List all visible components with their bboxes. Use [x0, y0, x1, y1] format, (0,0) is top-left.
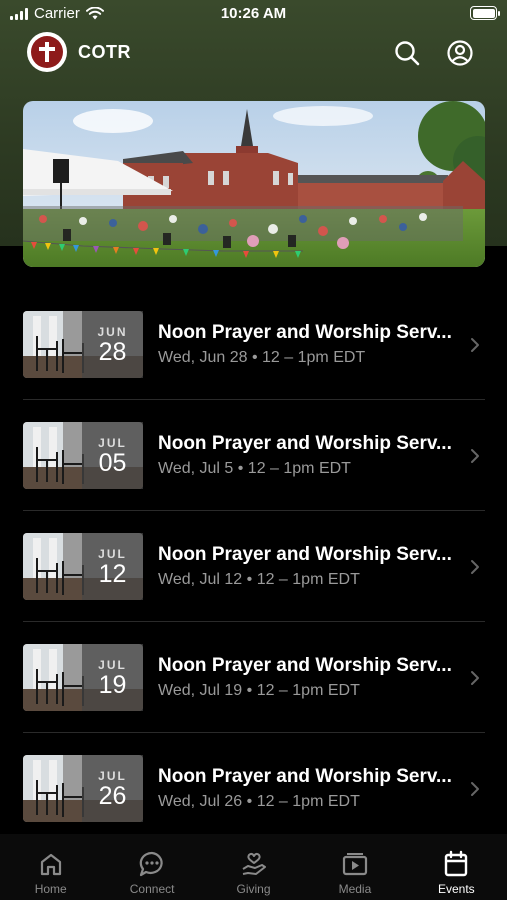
status-bar: Carrier 10:26 AM — [0, 0, 507, 30]
date-badge: JUL 26 — [82, 755, 143, 822]
app-title: COTR — [78, 42, 131, 62]
event-title: Noon Prayer and Worship Serv... — [158, 655, 452, 676]
tab-label: Media — [338, 882, 372, 896]
chevron-right-icon — [471, 671, 479, 685]
chevron-right-icon — [471, 449, 479, 463]
tab-bar: Home Connect Giving Media Events — [0, 834, 507, 900]
tab-label: Events — [437, 882, 475, 896]
tab-events[interactable]: Events — [406, 834, 507, 900]
app-header: COTR — [0, 30, 507, 76]
date-month: JUL — [98, 435, 127, 450]
date-badge: JUL 19 — [82, 644, 143, 711]
home-icon — [40, 853, 61, 876]
event-row[interactable]: JUL 26 Noon Prayer and Worship Serv... W… — [0, 733, 507, 844]
event-datetime: Wed, Jul 19 • 12 – 1pm EDT — [158, 682, 360, 699]
media-icon — [342, 853, 368, 876]
event-row[interactable]: JUL 19 Noon Prayer and Worship Serv... W… — [0, 622, 507, 733]
event-row[interactable]: JUL 05 Noon Prayer and Worship Serv... W… — [0, 400, 507, 511]
event-list: JUN 28 Noon Prayer and Worship Serv... W… — [0, 289, 507, 844]
date-day: 19 — [98, 670, 127, 699]
event-datetime: Wed, Jul 5 • 12 – 1pm EDT — [158, 460, 351, 477]
tab-label: Home — [34, 882, 67, 896]
date-month: JUL — [98, 768, 127, 783]
date-month: JUL — [98, 657, 127, 672]
chat-icon — [139, 851, 163, 877]
date-month: JUL — [98, 546, 127, 561]
tab-media[interactable]: Media — [304, 834, 405, 900]
chevron-right-icon — [471, 782, 479, 796]
giving-icon — [242, 852, 266, 875]
battery-icon — [470, 6, 500, 20]
event-title: Noon Prayer and Worship Serv... — [158, 322, 452, 343]
date-badge: JUL 05 — [82, 422, 143, 489]
event-row[interactable]: JUL 12 Noon Prayer and Worship Serv... W… — [0, 511, 507, 622]
event-datetime: Wed, Jul 26 • 12 – 1pm EDT — [158, 793, 360, 810]
date-day: 28 — [98, 337, 127, 366]
account-icon[interactable] — [446, 39, 474, 67]
date-badge: JUL 12 — [82, 533, 143, 600]
church-logo[interactable] — [27, 32, 67, 72]
date-month: JUN — [97, 324, 128, 339]
tab-connect[interactable]: Connect — [101, 834, 202, 900]
event-row[interactable]: JUN 28 Noon Prayer and Worship Serv... W… — [0, 289, 507, 400]
chevron-right-icon — [471, 560, 479, 574]
date-day: 26 — [98, 781, 127, 810]
event-title: Noon Prayer and Worship Serv... — [158, 766, 452, 787]
date-badge: JUN 28 — [82, 311, 143, 378]
event-datetime: Wed, Jun 28 • 12 – 1pm EDT — [158, 349, 366, 366]
search-icon[interactable] — [393, 39, 421, 67]
event-datetime: Wed, Jul 12 • 12 – 1pm EDT — [158, 571, 360, 588]
tab-home[interactable]: Home — [0, 834, 101, 900]
hero-photo — [23, 101, 485, 267]
tab-label: Giving — [236, 882, 271, 896]
tab-label: Connect — [129, 882, 175, 896]
event-title: Noon Prayer and Worship Serv... — [158, 544, 452, 565]
status-time: 10:26 AM — [220, 5, 287, 22]
calendar-icon — [445, 850, 468, 877]
date-day: 05 — [98, 448, 127, 477]
chevron-right-icon — [471, 338, 479, 352]
event-title: Noon Prayer and Worship Serv... — [158, 433, 452, 454]
hero-image[interactable] — [23, 101, 485, 267]
tab-giving[interactable]: Giving — [203, 834, 304, 900]
date-day: 12 — [98, 559, 127, 588]
